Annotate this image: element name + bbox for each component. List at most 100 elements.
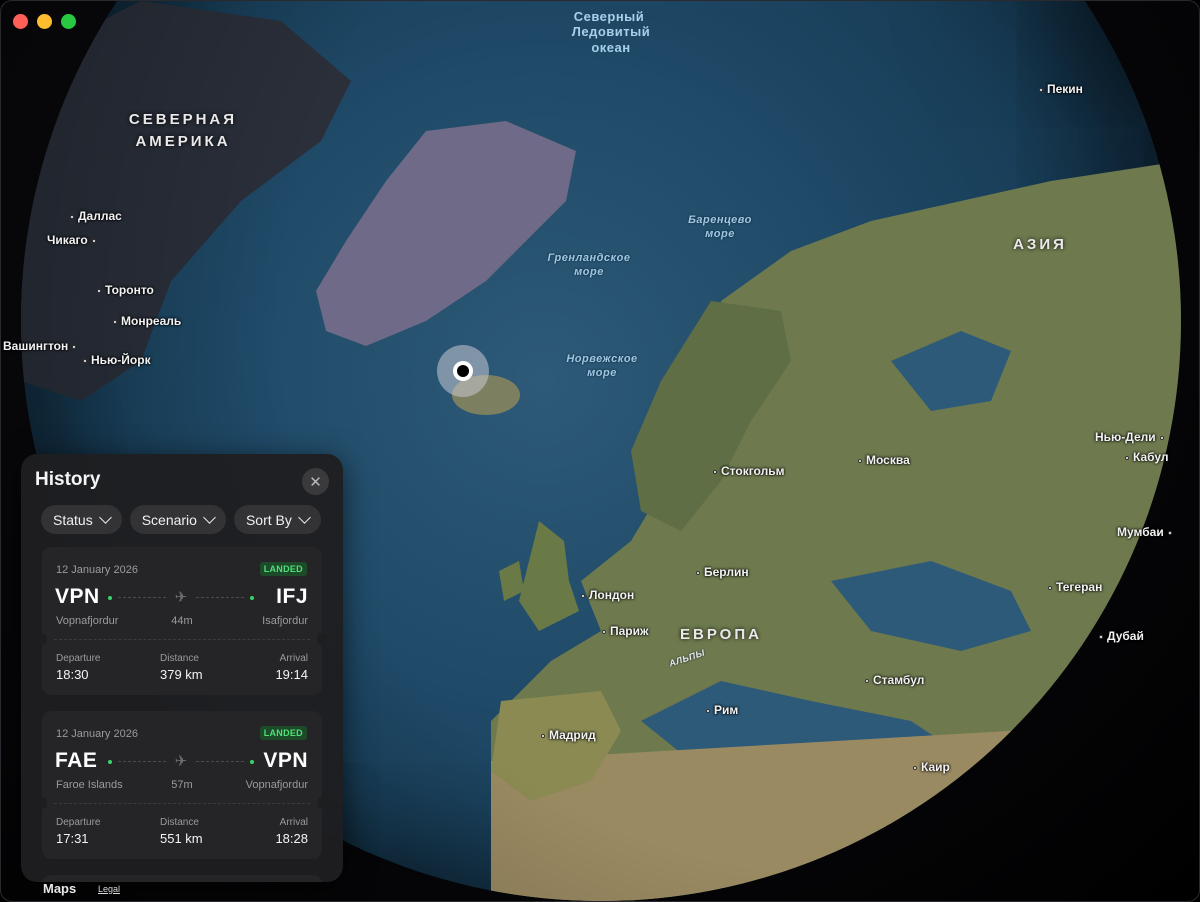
greenland-sea-label: Гренландское море <box>547 252 631 278</box>
close-window-button[interactable] <box>13 14 28 29</box>
city-stockholm[interactable]: Стокгольм <box>713 464 784 478</box>
scenario-filter-label: Scenario <box>141 511 197 528</box>
city-washington[interactable]: Вашингтон <box>3 339 80 353</box>
status-filter-button[interactable]: Status <box>41 505 122 534</box>
flight-card-peek[interactable] <box>42 875 322 882</box>
history-panel: History ✕ Status Scenario Sort By 12 Jan… <box>21 454 343 882</box>
city-dot <box>1125 455 1129 460</box>
asia-label: АЗИЯ <box>1013 236 1067 253</box>
city-paris[interactable]: Париж <box>602 624 649 638</box>
legal-link[interactable]: Legal <box>98 884 120 894</box>
city-toronto[interactable]: Торонто <box>97 283 154 297</box>
city-dot <box>91 238 96 243</box>
chevron-down-icon <box>98 510 112 524</box>
flight-duration: 44m <box>171 615 193 627</box>
airplane-icon: ✈ <box>174 589 188 606</box>
city-beijing[interactable]: Пекин <box>1039 82 1083 96</box>
city-moscow-label: Москва <box>866 453 910 467</box>
city-dot <box>70 214 74 219</box>
city-toronto-label: Торонто <box>105 283 154 297</box>
scenario-filter-button[interactable]: Scenario <box>129 505 226 534</box>
chevron-down-icon <box>298 510 311 524</box>
city-new-delhi[interactable]: Нью-Дели <box>1095 430 1168 444</box>
city-tehran[interactable]: Тегеран <box>1048 580 1102 594</box>
city-london-label: Лондон <box>589 588 635 602</box>
city-dallas[interactable]: Даллас <box>70 209 122 223</box>
location-pin-icon <box>453 361 473 381</box>
city-london[interactable]: Лондон <box>581 588 634 602</box>
city-moscow[interactable]: Москва <box>858 453 910 467</box>
ticket-notch <box>317 797 327 809</box>
zoom-window-button[interactable] <box>61 14 76 29</box>
city-kabul[interactable]: Кабул <box>1125 450 1169 464</box>
city-dot <box>865 678 869 683</box>
city-mumbai-label: Мумбаи <box>1117 525 1164 539</box>
city-dot <box>83 358 87 363</box>
flight-date: 12 January 2026 <box>56 564 138 576</box>
north-america-landmass <box>21 1 441 401</box>
close-icon: ✕ <box>309 473 322 491</box>
flight-card[interactable]: 12 January 2026 LANDED FAE ✈ VPN Faroe I… <box>37 711 327 859</box>
city-madrid[interactable]: Мадрид <box>541 728 596 742</box>
city-cairo-label: Каир <box>921 760 950 774</box>
distance-label: Distance <box>160 817 199 828</box>
city-dot <box>541 733 545 738</box>
city-berlin[interactable]: Берлин <box>696 565 749 579</box>
origin-code: FAE <box>55 749 98 772</box>
city-cairo[interactable]: Каир <box>913 760 950 774</box>
minimize-window-button[interactable] <box>37 14 52 29</box>
city-rome[interactable]: Рим <box>706 703 738 717</box>
close-history-button[interactable]: ✕ <box>302 468 329 495</box>
city-dot <box>581 593 585 598</box>
route-line <box>118 597 166 598</box>
city-dot <box>696 570 700 575</box>
city-berlin-label: Берлин <box>704 565 749 579</box>
origin-city: Vopnafjordur <box>56 615 119 627</box>
route-line <box>196 761 244 762</box>
city-rome-label: Рим <box>714 703 739 717</box>
city-chicago-label: Чикаго <box>47 233 88 247</box>
city-dot <box>913 765 917 770</box>
flight-duration: 57m <box>171 779 193 791</box>
destination-city: Vopnafjordur <box>245 779 308 791</box>
city-montreal[interactable]: Монреаль <box>113 314 181 328</box>
flight-card[interactable]: 12 January 2026 LANDED VPN ✈ IFJ Vopnafj… <box>37 547 327 695</box>
origin-dot <box>108 760 112 764</box>
city-mumbai[interactable]: Мумбаи <box>1117 525 1176 539</box>
city-new-york[interactable]: Нью-Йорк <box>83 353 151 367</box>
europe-label: ЕВРОПА <box>680 626 762 643</box>
ticket-notch <box>317 633 327 645</box>
route-line <box>196 597 244 598</box>
status-badge: LANDED <box>259 726 307 740</box>
city-chicago[interactable]: Чикаго <box>47 233 100 247</box>
city-istanbul-label: Стамбул <box>873 673 925 687</box>
sort-by-filter-label: Sort By <box>245 511 292 528</box>
card-divider <box>54 803 310 804</box>
destination-code: VPN <box>263 749 308 772</box>
arrival-label: Arrival <box>279 653 308 664</box>
airplane-icon: ✈ <box>174 753 188 770</box>
current-location-pin[interactable] <box>437 345 489 397</box>
city-madrid-label: Мадрид <box>549 728 596 742</box>
city-new-delhi-label: Нью-Дели <box>1095 430 1156 444</box>
route-line <box>118 761 166 762</box>
destination-city: Isafjordur <box>262 615 308 627</box>
city-washington-label: Вашингтон <box>3 339 69 353</box>
origin-dot <box>108 596 112 600</box>
distance-label: Distance <box>160 653 199 664</box>
arctic-ocean-label: Ледовитый океан <box>571 24 651 55</box>
city-dot <box>1099 634 1103 639</box>
city-dubai[interactable]: Дубай <box>1099 629 1144 643</box>
city-dot <box>72 344 77 349</box>
city-dot <box>1048 585 1052 590</box>
city-dot <box>1039 87 1043 92</box>
city-paris-label: Париж <box>610 624 649 638</box>
arrival-label: Arrival <box>279 817 308 828</box>
city-dot <box>706 708 710 713</box>
city-dubai-label: Дубай <box>1107 629 1144 643</box>
origin-code: VPN <box>55 585 100 608</box>
iberia-landmass <box>491 691 621 801</box>
city-istanbul[interactable]: Стамбул <box>865 673 924 687</box>
sort-by-filter-button[interactable]: Sort By <box>233 505 321 534</box>
arrival-time: 19:14 <box>275 667 308 682</box>
